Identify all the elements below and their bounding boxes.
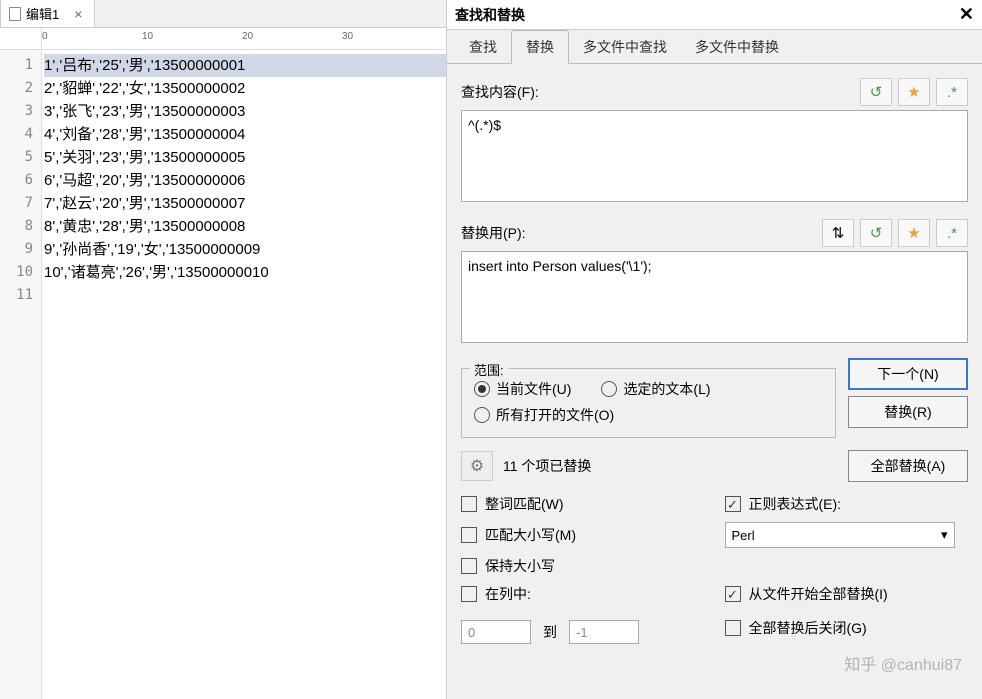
col-from-input[interactable] — [461, 620, 531, 644]
find-input[interactable] — [461, 110, 968, 202]
favorite-icon[interactable]: ★ — [898, 78, 930, 106]
code-line[interactable]: 9','孙尚香','19','女','13500000009 — [44, 238, 446, 261]
tab-find[interactable]: 查找 — [455, 31, 511, 63]
check-close-after[interactable]: 全部替换后关闭(G) — [725, 612, 969, 644]
editor[interactable]: 1234567891011 1','吕布','25','男','13500000… — [0, 50, 446, 699]
replace-button[interactable]: 替换(R) — [848, 396, 968, 428]
replace-input[interactable] — [461, 251, 968, 343]
next-button[interactable]: 下一个(N) — [848, 358, 968, 390]
radio-current-file[interactable]: 当前文件(U) — [474, 379, 571, 399]
editor-tab[interactable]: 编辑1 × — [0, 0, 95, 27]
code-line[interactable]: 4','刘备','28','男','13500000004 — [44, 123, 446, 146]
radio-all-open[interactable]: 所有打开的文件(O) — [474, 405, 823, 425]
tab-multi-replace[interactable]: 多文件中替换 — [681, 31, 793, 63]
code-line[interactable]: 6','马超','20','男','13500000006 — [44, 169, 446, 192]
check-in-column[interactable]: 在列中: — [461, 584, 705, 604]
close-icon[interactable]: × — [70, 6, 86, 22]
favorite-icon[interactable]: ★ — [898, 219, 930, 247]
history-icon[interactable]: ↺ — [860, 219, 892, 247]
code-area[interactable]: 1','吕布','25','男','13500000001 2','貂蝉','2… — [42, 50, 446, 699]
code-line[interactable]: 10','诸葛亮','26','男','13500000010 — [44, 261, 446, 284]
dialog-tabs: 查找 替换 多文件中查找 多文件中替换 — [447, 30, 982, 64]
dialog-titlebar: 查找和替换 ✕ — [447, 0, 982, 30]
replace-all-button[interactable]: 全部替换(A) — [848, 450, 968, 482]
check-from-start[interactable]: 从文件开始全部替换(I) — [725, 584, 969, 604]
col-to-input[interactable] — [569, 620, 639, 644]
check-regex[interactable]: 正则表达式(E): — [725, 494, 969, 514]
replace-label: 替换用(P): — [461, 223, 816, 243]
code-line[interactable]: 5','关羽','23','男','13500000005 — [44, 146, 446, 169]
scope-fieldset: 范围: 当前文件(U) 选定的文本(L) 所有打开的文件(O) — [461, 368, 836, 438]
col-to-label: 到 — [543, 622, 557, 642]
code-line[interactable]: 1','吕布','25','男','13500000001 — [44, 54, 446, 77]
regex-mode-select[interactable]: Perl▾ — [725, 522, 955, 548]
tab-title: 编辑1 — [26, 4, 59, 23]
code-line[interactable]: 2','貂蝉','22','女','13500000002 — [44, 77, 446, 100]
check-preserve-case[interactable]: 保持大小写 — [461, 556, 705, 576]
radio-selection[interactable]: 选定的文本(L) — [601, 379, 710, 399]
editor-pane: 编辑1 × 0 10 20 30 1234567891011 1','吕布','… — [0, 0, 447, 699]
find-label: 查找内容(F): — [461, 82, 854, 102]
code-line[interactable]: 7','赵云','20','男','13500000007 — [44, 192, 446, 215]
regex-icon[interactable]: .* — [936, 219, 968, 247]
regex-icon[interactable]: .* — [936, 78, 968, 106]
swap-icon[interactable]: ⇅ — [822, 219, 854, 247]
gutter: 1234567891011 — [0, 50, 42, 699]
tab-multi-find[interactable]: 多文件中查找 — [569, 31, 681, 63]
scope-legend: 范围: — [470, 360, 508, 379]
file-icon — [9, 7, 21, 21]
history-icon[interactable]: ↺ — [860, 78, 892, 106]
chevron-down-icon: ▾ — [941, 527, 948, 543]
find-replace-dialog: 查找和替换 ✕ 查找 替换 多文件中查找 多文件中替换 查找内容(F): ↺ ★… — [447, 0, 982, 699]
editor-tab-bar: 编辑1 × — [0, 0, 446, 28]
check-match-case[interactable]: 匹配大小写(M) — [461, 522, 705, 548]
tab-replace[interactable]: 替换 — [511, 30, 569, 64]
code-line[interactable]: 8','黄忠','28','男','13500000008 — [44, 215, 446, 238]
gear-icon[interactable]: ⚙ — [461, 451, 493, 481]
code-line[interactable]: 3','张飞','23','男','13500000003 — [44, 100, 446, 123]
dialog-title: 查找和替换 — [455, 5, 525, 25]
status-text: 11 个项已替换 — [503, 456, 838, 476]
check-whole-word[interactable]: 整词匹配(W) — [461, 494, 705, 514]
ruler: 0 10 20 30 — [0, 28, 446, 50]
close-icon[interactable]: ✕ — [959, 4, 974, 25]
